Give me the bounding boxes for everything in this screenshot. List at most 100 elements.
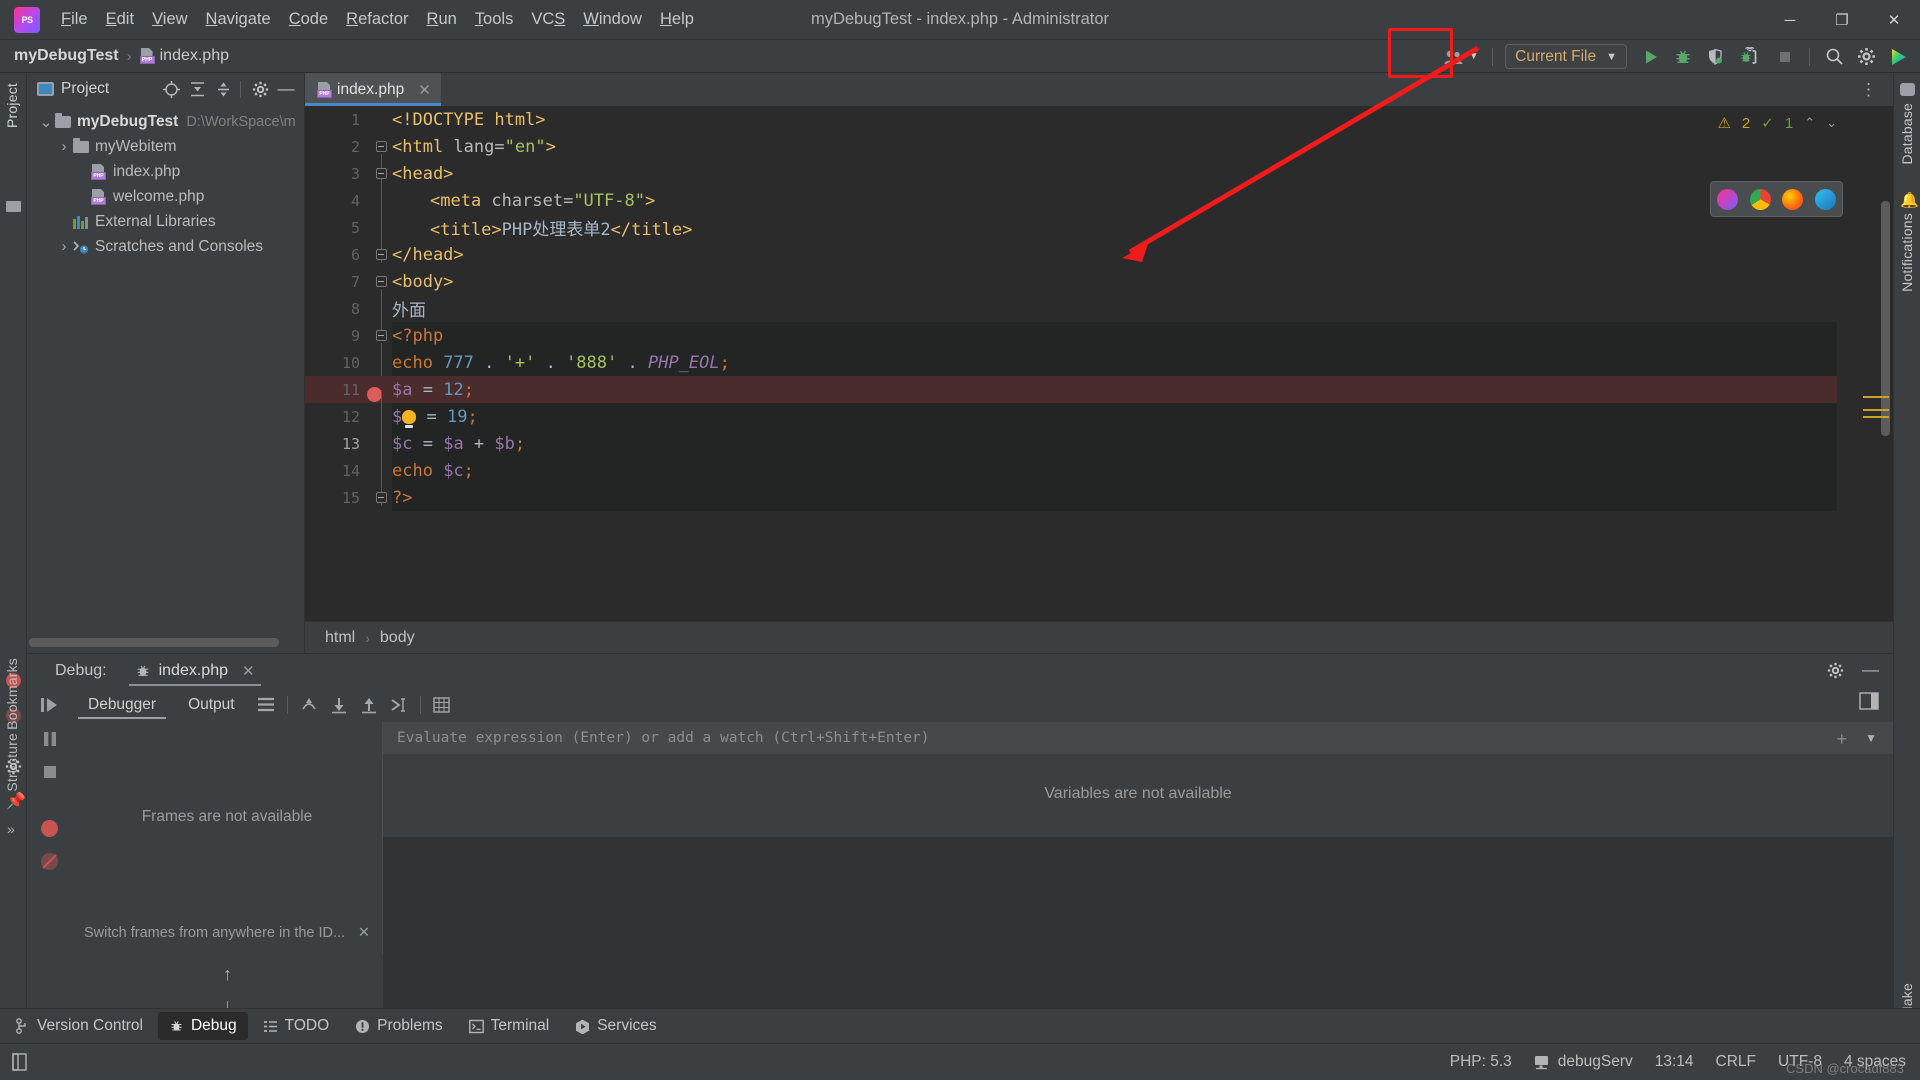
line-number[interactable]: 15	[305, 489, 370, 507]
line-number[interactable]: 8	[305, 300, 370, 318]
fold-toggle-icon[interactable]	[375, 168, 387, 179]
chevron-right-icon[interactable]: ›	[55, 238, 73, 255]
line-number[interactable]: 9	[305, 327, 370, 345]
line-number[interactable]: 14	[305, 462, 370, 480]
breadcrumb-html[interactable]: html	[325, 629, 355, 647]
menu-item-help[interactable]: Help	[651, 6, 703, 33]
fold-gutter[interactable]	[370, 249, 392, 263]
code-text[interactable]: ?>	[392, 488, 412, 508]
menu-item-file[interactable]: File	[52, 6, 97, 33]
sidebar-item-bookmarks[interactable]: Bookmarks	[4, 658, 20, 730]
chevron-right-icon[interactable]: ›	[55, 138, 73, 155]
stop-icon[interactable]	[42, 764, 58, 780]
expand-selection-icon[interactable]	[211, 77, 235, 101]
step-into-icon[interactable]	[324, 691, 354, 719]
chevron-down-icon[interactable]: ⌄	[37, 113, 55, 131]
previous-problem-icon[interactable]: ⌃	[1804, 115, 1815, 131]
fold-gutter[interactable]	[370, 141, 392, 181]
settings-button[interactable]	[1852, 44, 1880, 70]
tool-window-debug[interactable]: Debug	[157, 1012, 248, 1040]
intention-bulb-icon[interactable]	[402, 409, 417, 428]
code-line[interactable]: 4 <meta charset="UTF-8">	[305, 187, 1893, 228]
code-text[interactable]: 外面	[392, 296, 426, 321]
gear-icon[interactable]	[1827, 662, 1844, 679]
line-number[interactable]: 2	[305, 138, 370, 156]
tree-node-welcome-php[interactable]: PHP welcome.php	[27, 184, 304, 209]
tool-window-version-control[interactable]: Version Control	[4, 1012, 154, 1040]
updates-button[interactable]	[1884, 44, 1912, 70]
fold-toggle-icon[interactable]	[375, 249, 387, 260]
code-text[interactable]: echo 777 . '+' . '888' . PHP_EOL;	[392, 353, 730, 373]
line-number[interactable]: 11	[305, 381, 382, 402]
tree-node-mywebitem[interactable]: › myWebitem	[27, 134, 304, 159]
collapse-all-icon[interactable]	[185, 77, 209, 101]
gear-icon[interactable]	[248, 77, 272, 101]
code-line[interactable]: 11 $a = 12;	[305, 376, 1893, 417]
mute-breakpoints-icon[interactable]	[41, 853, 58, 870]
menu-item-code[interactable]: Code	[280, 6, 337, 33]
code-text[interactable]: </head>	[392, 245, 464, 265]
fold-gutter[interactable]	[370, 492, 392, 506]
code-line[interactable]: 6 </head>	[305, 241, 1893, 268]
add-watch-icon[interactable]: +	[1836, 729, 1847, 750]
close-icon[interactable]: ✕	[418, 81, 431, 99]
fold-toggle-icon[interactable]	[375, 276, 387, 287]
fold-toggle-icon[interactable]	[375, 492, 387, 503]
resume-program-icon[interactable]	[40, 696, 60, 714]
fold-gutter[interactable]	[370, 276, 392, 316]
debug-tab-debugger[interactable]: Debugger	[72, 688, 172, 722]
code-line[interactable]: 12 $ = 19;	[305, 403, 1893, 444]
debug-session-tab[interactable]: index.php ✕	[128, 654, 261, 688]
notifications-bell-icon[interactable]: 🔔	[1900, 191, 1919, 209]
line-number[interactable]: 3	[305, 165, 370, 183]
layout-icon[interactable]	[251, 691, 281, 719]
arrow-up-icon[interactable]: ↑	[223, 964, 232, 985]
code-text[interactable]: <meta charset="UTF-8">	[392, 191, 655, 211]
code-editor[interactable]: 1 <!DOCTYPE html> 2 <html lang="en"> 3 <head>…	[305, 106, 1893, 616]
browser-phpstorm-icon[interactable]	[1716, 188, 1738, 210]
sidebar-item-project[interactable]: Project	[4, 83, 20, 128]
maximize-button[interactable]: ❐	[1816, 0, 1868, 40]
pause-program-icon[interactable]	[41, 730, 59, 748]
evaluate-expression-input[interactable]: Evaluate expression (Enter) or add a wat…	[383, 722, 1893, 754]
stop-button[interactable]	[1771, 44, 1799, 70]
menu-item-view[interactable]: View	[143, 6, 196, 33]
code-line[interactable]: 13 $c = $a + $b;	[305, 430, 1893, 471]
fold-toggle-icon[interactable]	[375, 330, 387, 341]
code-line[interactable]: 2 <html lang="en">	[305, 133, 1893, 181]
inspection-widget[interactable]: ⚠ 2 ✓ 1 ⌃ ⌄	[1717, 114, 1837, 133]
tree-node-external-libraries[interactable]: External Libraries	[27, 209, 304, 234]
breadcrumb-body[interactable]: body	[380, 629, 415, 647]
tool-window-terminal[interactable]: Terminal	[458, 1012, 561, 1040]
run-configuration-selector[interactable]: Current File ▼	[1505, 44, 1627, 69]
browser-chrome-icon[interactable]	[1749, 188, 1771, 210]
hide-panel-icon[interactable]: —	[1862, 660, 1879, 680]
tool-window-services[interactable]: Services	[564, 1012, 667, 1040]
pin-icon[interactable]: 📌	[6, 791, 26, 811]
line-number[interactable]: 13	[305, 435, 370, 453]
fold-toggle-icon[interactable]	[375, 141, 387, 152]
debug-button[interactable]	[1669, 44, 1697, 70]
tool-window-todo[interactable]: TODO	[252, 1012, 341, 1040]
view-breakpoints-icon[interactable]	[41, 820, 58, 837]
code-text[interactable]: $c = $a + $b;	[392, 434, 525, 454]
menu-item-edit[interactable]: Edit	[97, 6, 143, 33]
run-button[interactable]	[1637, 44, 1665, 70]
status-item-deployment-server[interactable]: debugServ	[1534, 1053, 1633, 1071]
hide-panel-icon[interactable]: —	[274, 77, 298, 101]
line-number[interactable]: 5	[305, 219, 370, 237]
status-item-php-version[interactable]: PHP: 5.3	[1450, 1053, 1512, 1071]
sidebar-item-structure[interactable]: Structure	[4, 733, 20, 792]
chevron-down-icon[interactable]: ▼	[1865, 731, 1877, 745]
menu-item-window[interactable]: Window	[574, 6, 651, 33]
close-button[interactable]: ✕	[1868, 0, 1920, 40]
sidebar-item-notifications[interactable]: Notifications	[1899, 213, 1915, 292]
tree-node-scratches-and-consoles[interactable]: › Scratches and Consoles	[27, 234, 304, 259]
code-text[interactable]: $a = 12;	[392, 380, 474, 400]
toggle-tool-window-icon[interactable]	[10, 1052, 30, 1072]
code-line[interactable]: 5 <title>PHP处理表单2</title>	[305, 214, 1893, 255]
breakpoint-icon[interactable]	[367, 386, 382, 402]
sidebar-item-database[interactable]: Database	[1899, 103, 1915, 165]
close-icon[interactable]: ✕	[358, 925, 370, 941]
line-number[interactable]: 6	[305, 246, 370, 264]
